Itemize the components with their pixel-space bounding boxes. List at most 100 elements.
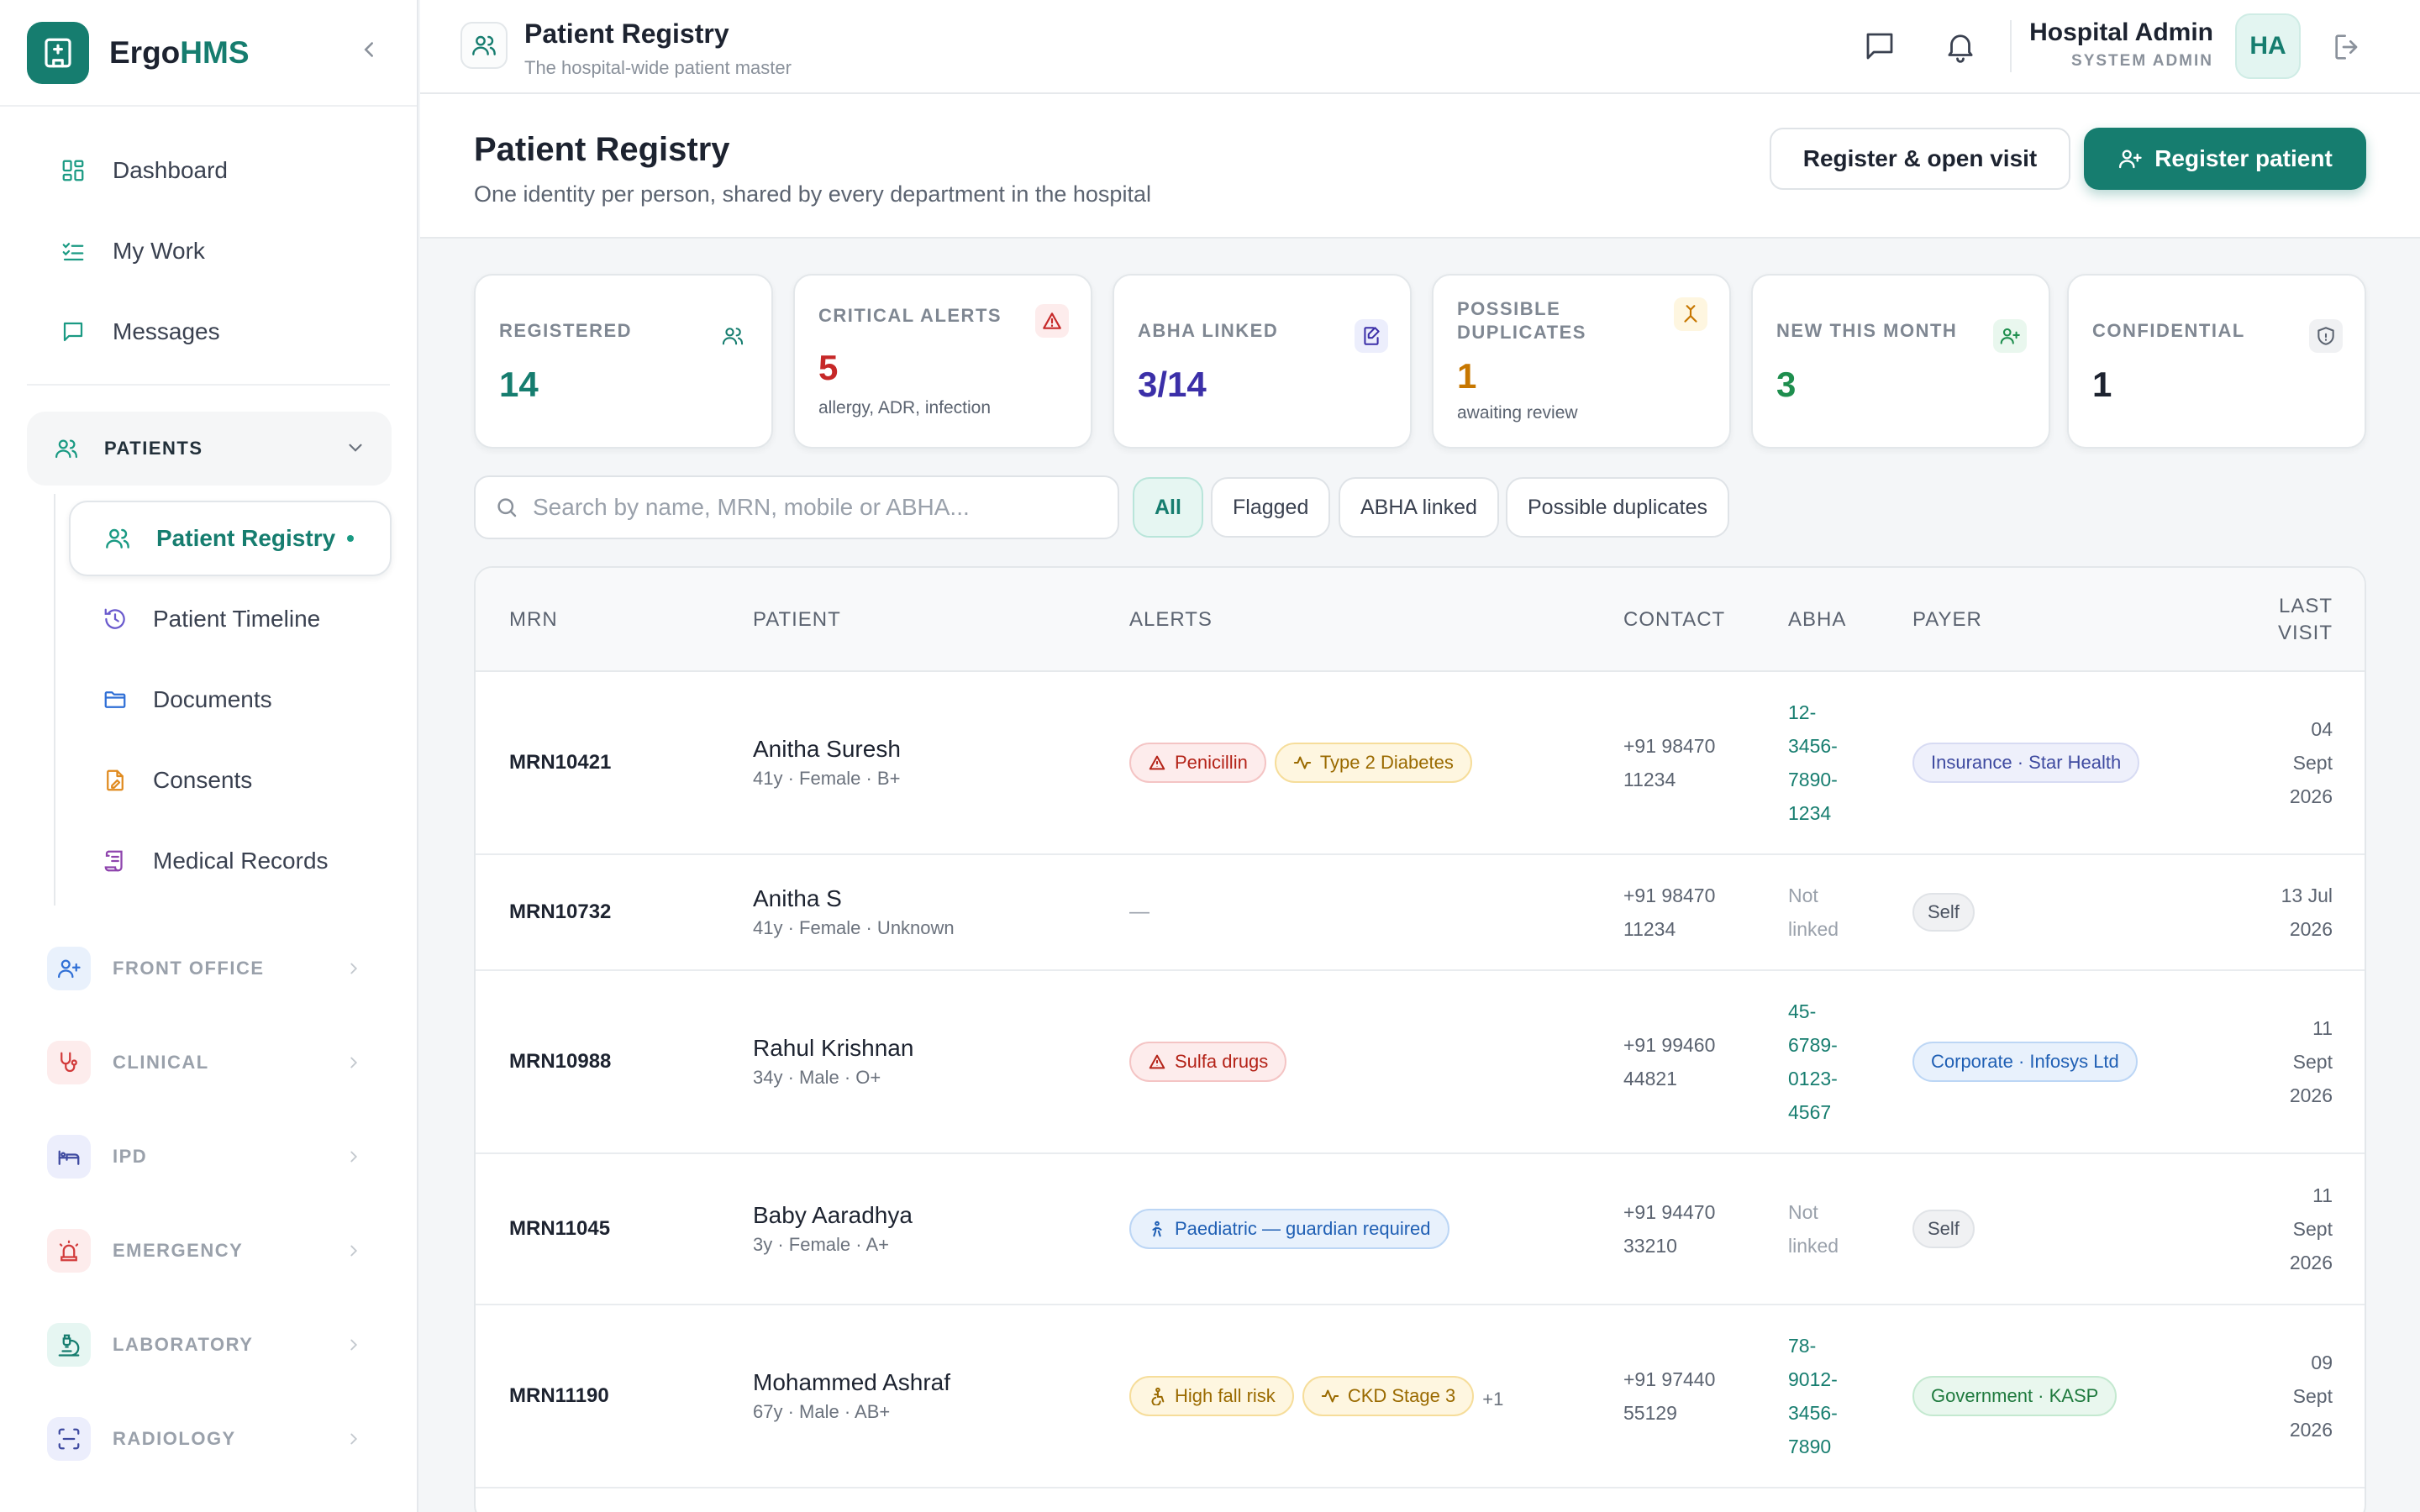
last-visit-cell: 04 Sept 2026 — [2257, 712, 2333, 813]
patient-name[interactable]: Anitha S — [753, 885, 955, 912]
nav-section-label: LABORATORY — [113, 1334, 254, 1355]
patient-meta: 3y · Female · A+ — [753, 1234, 890, 1255]
stat-value: 3/14 — [1138, 365, 1207, 404]
logout-button[interactable] — [2331, 30, 2365, 68]
alerts-cell: Penicillin Type 2 Diabetes — [1129, 743, 1481, 783]
alert-badge: Sulfa drugs — [1129, 1042, 1287, 1082]
alert-badge: Paediatric — guardian required — [1129, 1209, 1449, 1249]
nav-section-front-office[interactable]: FRONT OFFICE — [47, 939, 392, 998]
payer-cell: Government · KASP — [1912, 1376, 2125, 1416]
nav-section-label: IPD — [113, 1146, 148, 1167]
avatar[interactable]: HA — [2235, 13, 2301, 79]
nav-label: Messages — [113, 318, 220, 344]
nav-section-radiology[interactable]: RADIOLOGY — [47, 1410, 392, 1468]
sidebar-item-patient-registry[interactable]: Patient Registry — [69, 501, 392, 576]
register-open-visit-button[interactable]: Register & open visit — [1770, 128, 2070, 190]
last-visit-line: 13 Jul — [2281, 885, 2333, 906]
chevron-right-icon — [350, 963, 358, 974]
payer-cell: Corporate · Infosys Ltd — [1912, 1042, 2146, 1082]
more-alerts-count[interactable]: +1 — [1482, 1389, 1503, 1410]
stethoscope-icon — [47, 1041, 91, 1084]
messages-button[interactable] — [1862, 29, 1897, 68]
sidebar-item-label: Consents — [153, 767, 253, 793]
checklist-icon — [62, 243, 84, 261]
grid-icon — [62, 160, 84, 181]
user-plus-icon — [1993, 319, 2027, 353]
abha-line: 7890 — [1788, 1436, 1832, 1457]
sidebar: ErgoHMS Dashboard My Work Messages PATIE… — [0, 0, 418, 1512]
column-header-contact[interactable]: CONTACT — [1623, 608, 1725, 632]
alert-badge: Type 2 Diabetes — [1274, 743, 1472, 783]
patient-name[interactable]: Baby Aaradhya — [753, 1202, 913, 1229]
nav-group-patients[interactable]: PATIENTS — [27, 412, 392, 486]
baby-icon — [1152, 1221, 1162, 1237]
contact-cell: +91 98470 11234 — [1623, 729, 1741, 796]
scan-icon — [47, 1417, 91, 1461]
register-patient-button[interactable]: Register patient — [2084, 128, 2366, 190]
stat-card-new-this-month: NEW THIS MONTH 3 — [1751, 274, 2050, 449]
header-subtitle: The hospital-wide patient master — [524, 57, 792, 78]
mrn-cell: MRN11190 — [509, 1384, 609, 1407]
nav-section-laboratory[interactable]: LABORATORY — [47, 1315, 392, 1374]
abha-line: 1234 — [1788, 802, 1832, 824]
search-input[interactable] — [533, 494, 1071, 521]
abha-line: 78- — [1788, 1335, 1817, 1357]
filter-possible-duplicates[interactable]: Possible duplicates — [1506, 477, 1730, 538]
last-visit-cell: 09 Sept 2026 — [2257, 1346, 2333, 1446]
abha-line: linked — [1788, 918, 1839, 940]
top-header: Patient Registry The hospital-wide patie… — [420, 0, 2420, 94]
table-row[interactable]: MRN10421 Anitha Suresh 41y · Female · B+… — [476, 672, 2365, 855]
nav-section-emergency[interactable]: EMERGENCY — [47, 1221, 392, 1280]
sidebar-item-label: Patient Timeline — [153, 606, 321, 632]
sidebar-item-documents[interactable]: Documents — [69, 662, 392, 738]
stat-label: REGISTERED — [499, 320, 633, 341]
sidebar-item-patient-timeline[interactable]: Patient Timeline — [69, 581, 392, 657]
sidebar-item-medical-records[interactable]: Medical Records — [69, 823, 392, 899]
column-header-alerts[interactable]: ALERTS — [1129, 608, 1213, 632]
stat-sub: allergy, ADR, infection — [818, 398, 992, 417]
scroll-icon — [104, 850, 123, 872]
nav-dashboard[interactable]: Dashboard — [27, 130, 390, 211]
abha-line: 3456- — [1788, 1402, 1838, 1424]
contact-line: 11234 — [1623, 769, 1676, 790]
column-header-mrn[interactable]: MRN — [509, 608, 558, 632]
table-row[interactable]: MRN11045 Baby Aaradhya 3y · Female · A+ … — [476, 1154, 2365, 1305]
collapse-sidebar-button[interactable] — [356, 37, 381, 62]
contact-line: +91 94470 — [1623, 1201, 1716, 1223]
table-row[interactable]: MRN10988 Rahul Krishnan 34y · Male · O+ … — [476, 971, 2365, 1154]
payer-cell: Self — [1912, 893, 1983, 932]
column-header-patient[interactable]: PATIENT — [753, 608, 841, 632]
siren-icon — [47, 1229, 91, 1273]
message-icon — [63, 322, 83, 342]
contact-line: 44821 — [1623, 1068, 1677, 1089]
alert-triangle-icon — [1149, 1054, 1165, 1069]
patient-name[interactable]: Mohammed Ashraf — [753, 1369, 950, 1396]
sidebar-item-label: Medical Records — [153, 848, 329, 874]
filter-all[interactable]: All — [1133, 477, 1203, 538]
nav-section-clinical[interactable]: CLINICAL — [47, 1033, 392, 1092]
last-visit-cell: 11 Sept 2026 — [2257, 1011, 2333, 1112]
nav-my-work[interactable]: My Work — [27, 211, 390, 291]
last-visit-line: Sept — [2292, 752, 2333, 774]
filter-flagged[interactable]: Flagged — [1211, 477, 1331, 538]
contact-cell: +91 94470 33210 — [1623, 1195, 1741, 1263]
nav-section-ipd[interactable]: IPD — [47, 1127, 392, 1186]
patient-name[interactable]: Anitha Suresh — [753, 736, 901, 763]
notifications-button[interactable] — [1943, 29, 1978, 68]
patient-cell: Rahul Krishnan 34y · Male · O+ — [753, 1035, 913, 1089]
active-dot — [347, 535, 355, 542]
sidebar-item-consents[interactable]: Consents — [69, 743, 392, 818]
last-visit-line: Sept — [2292, 1385, 2333, 1407]
column-header-last-visit[interactable]: LAST VISIT — [2278, 593, 2333, 647]
nav-label: Dashboard — [113, 157, 228, 183]
nav-messages[interactable]: Messages — [27, 291, 390, 372]
table-row[interactable]: MRN10732 Anitha S 41y · Female · Unknown… — [476, 855, 2365, 971]
filter-abha-linked[interactable]: ABHA linked — [1339, 477, 1499, 538]
logout-icon — [2335, 34, 2358, 60]
column-header-abha[interactable]: ABHA — [1788, 608, 1846, 632]
microscope-icon — [47, 1323, 91, 1367]
column-header-payer[interactable]: PAYER — [1912, 608, 1982, 632]
table-row[interactable]: MRN11190 Mohammed Ashraf 67y · Male · AB… — [476, 1305, 2365, 1488]
chevron-right-icon — [350, 1245, 358, 1257]
patient-name[interactable]: Rahul Krishnan — [753, 1035, 913, 1062]
